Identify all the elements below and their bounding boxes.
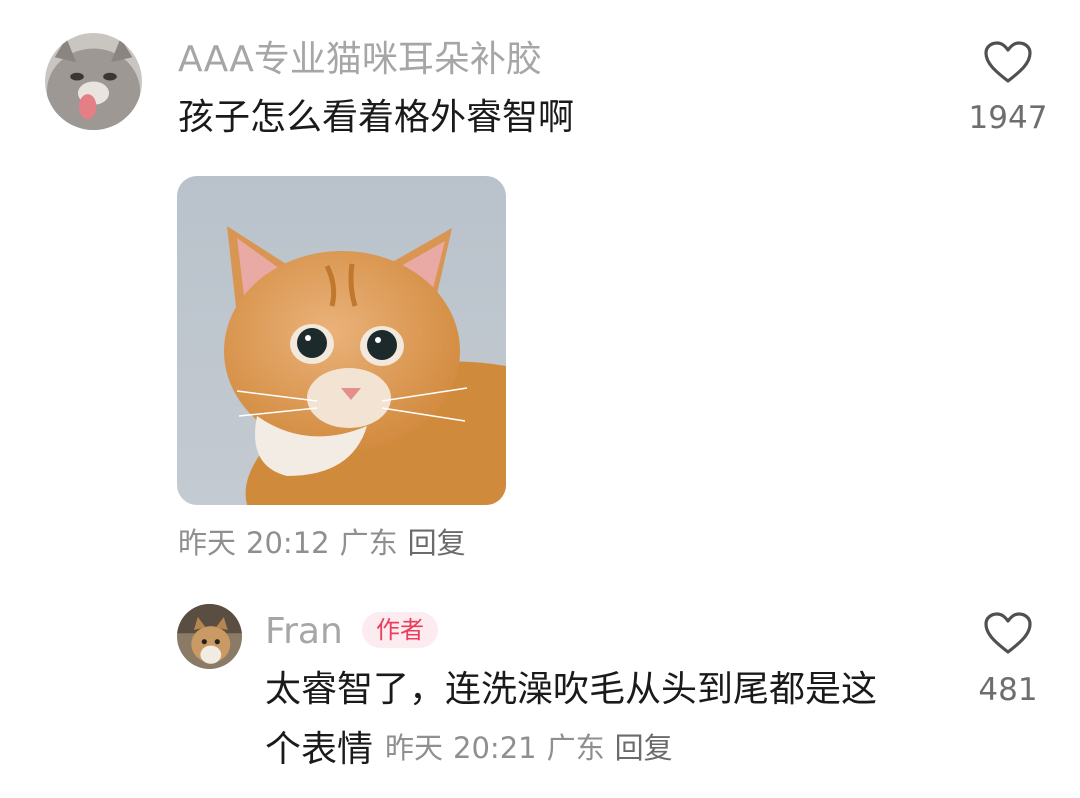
heart-icon [984, 41, 1032, 83]
gray-cat-avatar-icon [45, 33, 142, 130]
comment-meta: 昨天 20:12 广东 回复 [178, 526, 476, 560]
reply-username[interactable]: Fran [265, 612, 343, 652]
comment-date: 昨天 [178, 526, 237, 560]
reply-like-button[interactable] [983, 611, 1033, 655]
heart-icon [984, 612, 1032, 654]
commenter-avatar[interactable] [45, 33, 142, 130]
comment-like-button[interactable] [983, 40, 1033, 84]
comment-time: 20:12 [246, 526, 330, 560]
commenter-username[interactable]: AAA专业猫咪耳朵补胶 [178, 40, 542, 80]
comment-reply-button[interactable]: 回复 [408, 526, 466, 560]
reply-avatar[interactable] [177, 604, 242, 669]
reply-like-count: 481 [978, 672, 1038, 708]
reply-second-line: 个表情 昨天 20:21 广东 回复 [265, 728, 683, 772]
author-badge: 作者 [362, 612, 438, 648]
orange-cat-photo-icon [177, 176, 506, 505]
reply-location: 广东 [546, 731, 605, 765]
comment-text: 孩子怎么看着格外睿智啊 [178, 97, 575, 138]
reply-date: 昨天 [385, 731, 444, 765]
cat-avatar-icon [177, 604, 242, 669]
reply-time: 20:21 [453, 731, 537, 765]
reply-text-line1: 太睿智了，连洗澡吹毛从头到尾都是这 [265, 669, 878, 710]
reply-meta: 昨天 20:21 广东 回复 [385, 731, 683, 765]
comment-like-count: 1947 [968, 100, 1048, 136]
reply-text-line2: 个表情 [265, 729, 374, 770]
comment-location: 广东 [339, 526, 398, 560]
reply-reply-button[interactable]: 回复 [615, 731, 673, 765]
comment-image[interactable] [177, 176, 506, 505]
